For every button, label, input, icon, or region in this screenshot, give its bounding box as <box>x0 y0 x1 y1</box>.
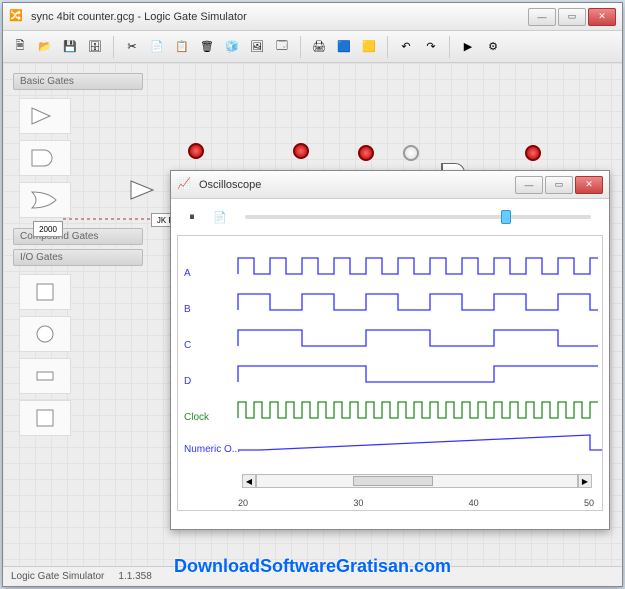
palette-section-io[interactable]: I/O Gates <box>13 249 143 266</box>
led-red[interactable] <box>525 145 541 161</box>
redo-icon[interactable]: ↷ <box>420 36 442 58</box>
run-icon[interactable]: ▶ <box>457 36 479 58</box>
paste-icon[interactable]: 📋 <box>171 36 193 58</box>
led-red[interactable] <box>188 143 204 159</box>
palette-gate-or[interactable] <box>19 182 71 218</box>
led-red[interactable] <box>293 143 309 159</box>
palette-io-label[interactable] <box>19 358 71 394</box>
copy-icon[interactable]: 📄 <box>146 36 168 58</box>
open-icon[interactable]: 📂 <box>34 36 56 58</box>
osc-titlebar[interactable]: 📈 Oscilloscope — ▭ ✕ <box>171 171 609 199</box>
settings-icon[interactable]: ⚙ <box>482 36 504 58</box>
snapshot-icon[interactable]: 📄 <box>209 206 231 228</box>
osc-chart: ◀ ▶ 20304050 ABCDClockNumeric O... <box>177 235 603 511</box>
new-icon[interactable]: 🗎 <box>9 36 31 58</box>
close-button[interactable]: ✕ <box>588 8 616 26</box>
print-icon[interactable]: 🖨 <box>308 36 330 58</box>
toggle-view-icon[interactable]: 🗔 <box>271 36 293 58</box>
main-toolbar: 🗎📂💾🗄 ✂📄📋🗑🧊🖼🗔 🖨🟦🟨 ↶↷ ▶⚙ <box>3 31 622 63</box>
led-red[interactable] <box>358 145 374 161</box>
gate-palette: Basic Gates Compound Gates I/O Gates <box>13 73 143 446</box>
osc-slider-handle[interactable] <box>501 210 511 224</box>
save-icon[interactable]: 💾 <box>59 36 81 58</box>
color2-icon[interactable]: 🟨 <box>358 36 380 58</box>
color1-icon[interactable]: 🟦 <box>333 36 355 58</box>
palette-io-circle[interactable] <box>19 316 71 352</box>
main-title: sync 4bit counter.gcg - Logic Gate Simul… <box>31 11 528 23</box>
screenshot-icon[interactable]: 🖼 <box>246 36 268 58</box>
oscilloscope-icon: 📈 <box>177 177 193 193</box>
minimize-button[interactable]: — <box>528 8 556 26</box>
undo-icon[interactable]: ↶ <box>395 36 417 58</box>
clock-source[interactable]: 2000 <box>33 221 63 237</box>
maximize-button[interactable]: ▭ <box>558 8 586 26</box>
led-off[interactable] <box>403 145 419 161</box>
object-icon[interactable]: 🧊 <box>221 36 243 58</box>
oscilloscope-window: 📈 Oscilloscope — ▭ ✕ ⏸ 📄 ◀ ▶ 20304050 AB… <box>170 170 610 530</box>
osc-close-button[interactable]: ✕ <box>575 176 603 194</box>
osc-time-slider[interactable] <box>245 215 591 219</box>
delete-icon[interactable]: 🗑 <box>196 36 218 58</box>
palette-section-basic[interactable]: Basic Gates <box>13 73 143 90</box>
osc-toolbar: ⏸ 📄 <box>177 205 603 229</box>
palette-io-square[interactable] <box>19 274 71 310</box>
palette-io-display[interactable] <box>19 400 71 436</box>
osc-maximize-button[interactable]: ▭ <box>545 176 573 194</box>
pause-icon[interactable]: ⏸ <box>181 206 203 228</box>
osc-title: Oscilloscope <box>199 179 515 191</box>
palette-gate-and[interactable] <box>19 140 71 176</box>
palette-gate-buffer[interactable] <box>19 98 71 134</box>
save-as-icon[interactable]: 🗄 <box>84 36 106 58</box>
watermark-text: DownloadSoftwareGratisan.com <box>0 556 625 577</box>
osc-minimize-button[interactable]: — <box>515 176 543 194</box>
app-icon: 🔀 <box>9 9 25 25</box>
cut-icon[interactable]: ✂ <box>121 36 143 58</box>
buffer-gate[interactable] <box>129 179 159 201</box>
main-titlebar[interactable]: 🔀 sync 4bit counter.gcg - Logic Gate Sim… <box>3 3 622 31</box>
